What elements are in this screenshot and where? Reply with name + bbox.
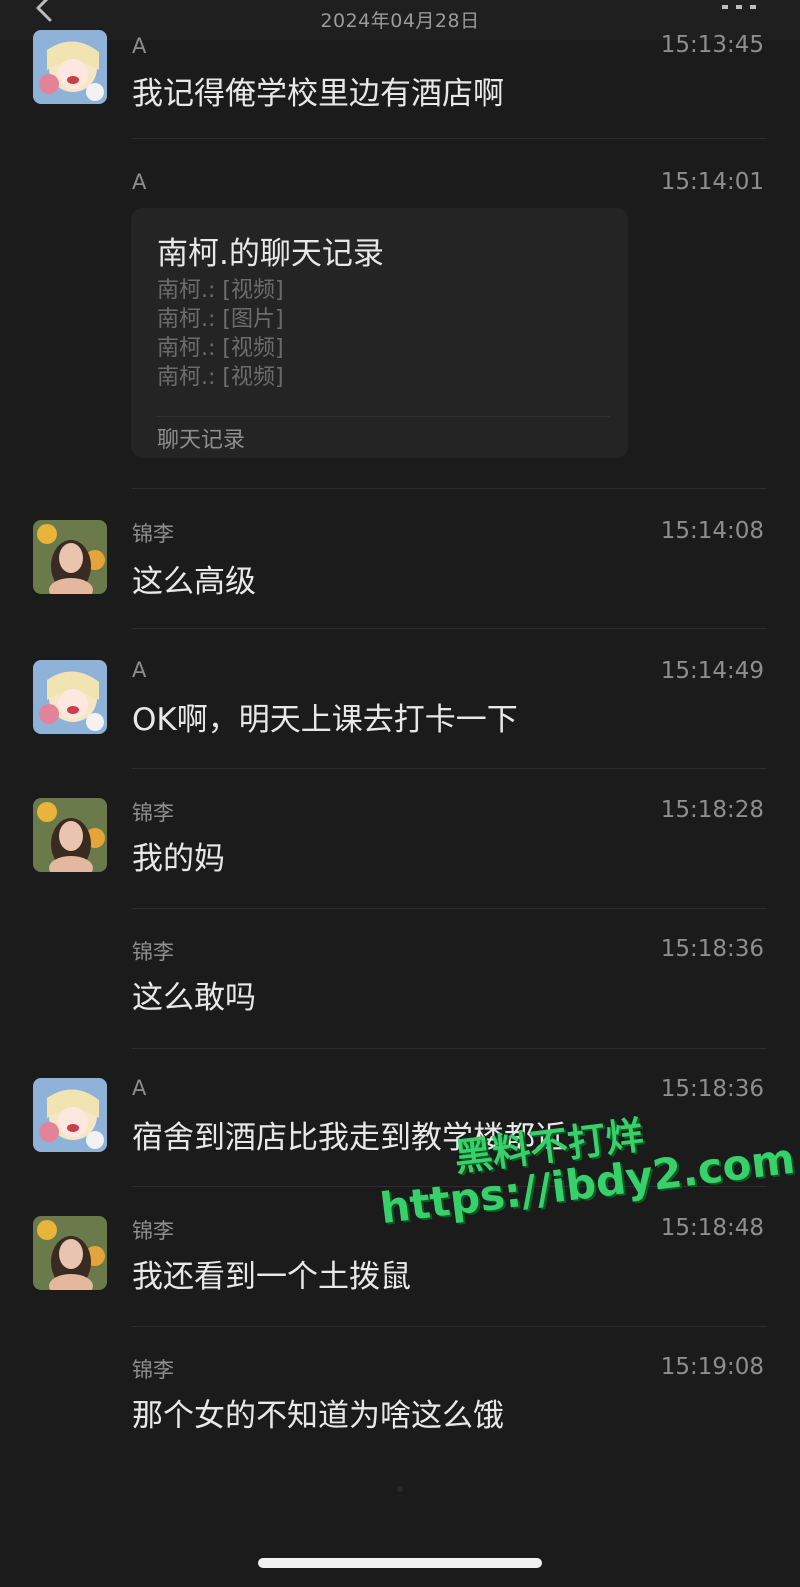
- divider: [132, 1326, 767, 1327]
- record-line: 南柯.: [视频]: [157, 278, 284, 303]
- divider: [132, 488, 767, 489]
- message-text[interactable]: 这么敢吗: [132, 972, 256, 1017]
- message-time: 15:18:28: [660, 797, 764, 823]
- record-line: 南柯.: [视频]: [157, 336, 284, 361]
- chat-history-screen: 2024年04月28日 A 15:13:45 我记得俺学校里边有酒店啊 A 15…: [0, 0, 800, 1587]
- message-text[interactable]: 这么高级: [132, 556, 256, 601]
- sender-name: A: [132, 658, 147, 682]
- divider: [132, 628, 767, 629]
- sender-name: 锦李: [132, 940, 174, 964]
- message-time: 15:14:01: [660, 169, 764, 195]
- divider: [132, 768, 767, 769]
- message-text[interactable]: 那个女的不知道为啥这么饿: [132, 1390, 504, 1435]
- message-text[interactable]: 我记得俺学校里边有酒店啊: [132, 68, 504, 113]
- chat-record-card[interactable]: 南柯.的聊天记录 南柯.: [视频] 南柯.: [图片] 南柯.: [视频] 南…: [131, 208, 628, 458]
- record-line: 南柯.: [图片]: [157, 307, 284, 332]
- record-line: 南柯.: [视频]: [157, 365, 284, 390]
- history-date: 2024年04月28日: [320, 10, 480, 32]
- avatar[interactable]: [33, 660, 107, 734]
- record-title: 南柯.的聊天记录: [157, 236, 384, 272]
- sender-name: 锦李: [132, 1358, 174, 1382]
- avatar[interactable]: [33, 1078, 107, 1152]
- message-text[interactable]: 我还看到一个土拨鼠: [132, 1251, 411, 1296]
- divider: [132, 1048, 767, 1049]
- message-time: 15:18:36: [660, 936, 764, 962]
- divider: [132, 908, 767, 909]
- avatar[interactable]: [33, 520, 107, 594]
- record-divider: [157, 416, 610, 417]
- sender-name: 锦李: [132, 1219, 174, 1243]
- message-text[interactable]: OK啊，明天上课去打卡一下: [132, 694, 518, 739]
- message-time: 15:14:08: [660, 518, 764, 544]
- avatar[interactable]: [33, 30, 107, 104]
- message-text[interactable]: 我的妈: [132, 833, 225, 878]
- sender-name: A: [132, 1076, 147, 1100]
- message-time: 15:13:45: [660, 32, 764, 58]
- home-indicator[interactable]: [258, 1558, 542, 1568]
- scroll-indicator-dot: [397, 1486, 403, 1492]
- sender-name: A: [132, 170, 147, 194]
- divider: [132, 138, 767, 139]
- sender-name: A: [132, 34, 147, 58]
- avatar[interactable]: [33, 1216, 107, 1290]
- sender-name: 锦李: [132, 522, 174, 546]
- record-footer: 聊天记录: [157, 428, 246, 453]
- message-time: 15:19:08: [660, 1354, 764, 1380]
- avatar[interactable]: [33, 798, 107, 872]
- record-preview: 南柯.: [视频] 南柯.: [图片] 南柯.: [视频] 南柯.: [视频]: [157, 276, 284, 392]
- sender-name: 锦李: [132, 801, 174, 825]
- message-time: 15:14:49: [660, 658, 764, 684]
- more-dots-icon[interactable]: [720, 0, 760, 10]
